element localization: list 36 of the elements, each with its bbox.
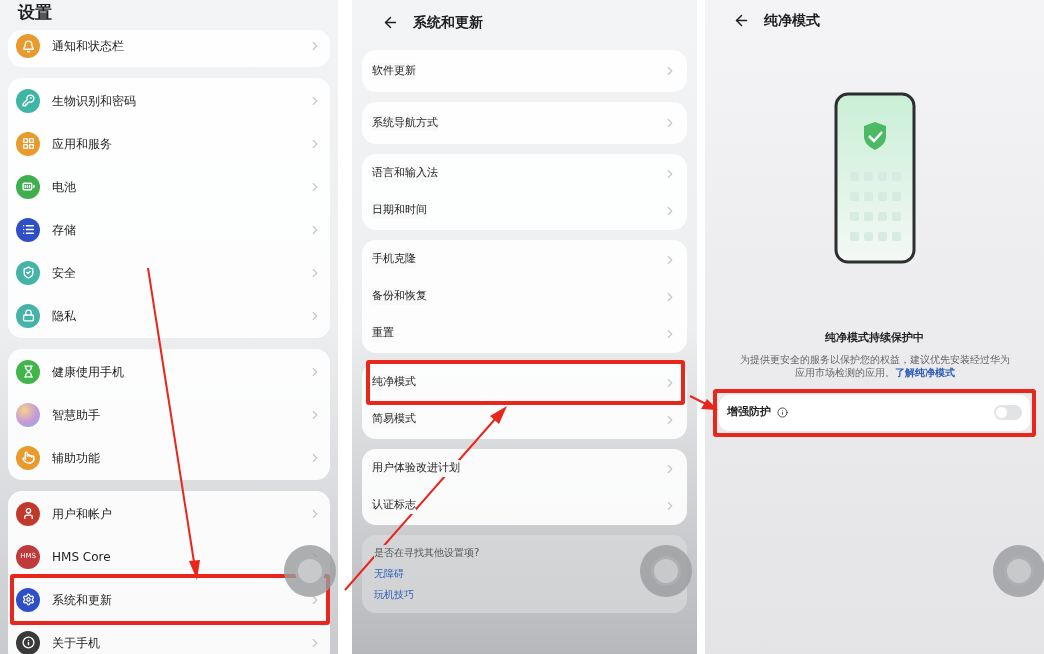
toggle-label: 增强防护 (727, 404, 771, 421)
learn-more-link[interactable]: 了解纯净模式 (894, 366, 955, 378)
settings-item[interactable]: 电池 (16, 165, 322, 208)
settings-item[interactable]: 通知和状态栏 (16, 32, 322, 60)
settings-item[interactable]: 用户和帐户 (16, 492, 322, 535)
settings-item[interactable]: 关于手机 (16, 621, 322, 654)
settings-item[interactable]: 日期和时间 (372, 192, 677, 229)
settings-item[interactable]: 智慧助手 (16, 393, 322, 436)
description-text: 为提供更安全的服务以保护您的权益，建议优先安装经过华为应用市场检测的应用。了解纯净模式 (738, 352, 1011, 379)
toggle-switch[interactable] (994, 405, 1022, 420)
settings-item[interactable]: 生物识别和密码 (16, 79, 322, 122)
settings-item[interactable]: 软件更新 (372, 51, 677, 91)
settings-item[interactable]: 认证标志 (372, 487, 677, 524)
settings-item[interactable]: 重置 (372, 315, 677, 352)
suggestion-link[interactable]: 玩机技巧 (374, 587, 414, 602)
settings-item[interactable]: 安全 (16, 251, 322, 294)
settings-item[interactable]: 语言和输入法 (372, 155, 677, 192)
status-title: 纯净模式持续保护中 (825, 330, 924, 346)
settings-item[interactable]: 应用和服务 (16, 122, 322, 165)
suggestion-title: 是否在寻找其他设置项? (374, 545, 480, 560)
info-icon[interactable] (777, 407, 788, 418)
arrow (689, 395, 718, 410)
settings-item[interactable]: 系统导航方式 (372, 103, 677, 143)
suggestion-link[interactable]: 无障碍 (374, 566, 404, 581)
settings-item[interactable]: 手机克隆 (372, 241, 677, 278)
settings-item[interactable]: 备份和恢复 (372, 278, 677, 315)
settings-item[interactable]: 隐私 (16, 294, 322, 337)
floating-menu[interactable] (993, 545, 1044, 597)
settings-item[interactable]: 用户体验改进计划 (372, 450, 677, 487)
screen-title: 纯净模式 (764, 10, 820, 30)
settings-item[interactable]: 健康使用手机 (16, 350, 322, 393)
screen-title: 设置 (16, 1, 53, 23)
settings-item[interactable]: 存储 (16, 208, 322, 251)
screen-title: 系统和更新 (413, 12, 483, 32)
settings-item[interactable]: 纯净模式 (372, 364, 677, 401)
settings-item[interactable]: 辅助功能 (16, 436, 322, 479)
